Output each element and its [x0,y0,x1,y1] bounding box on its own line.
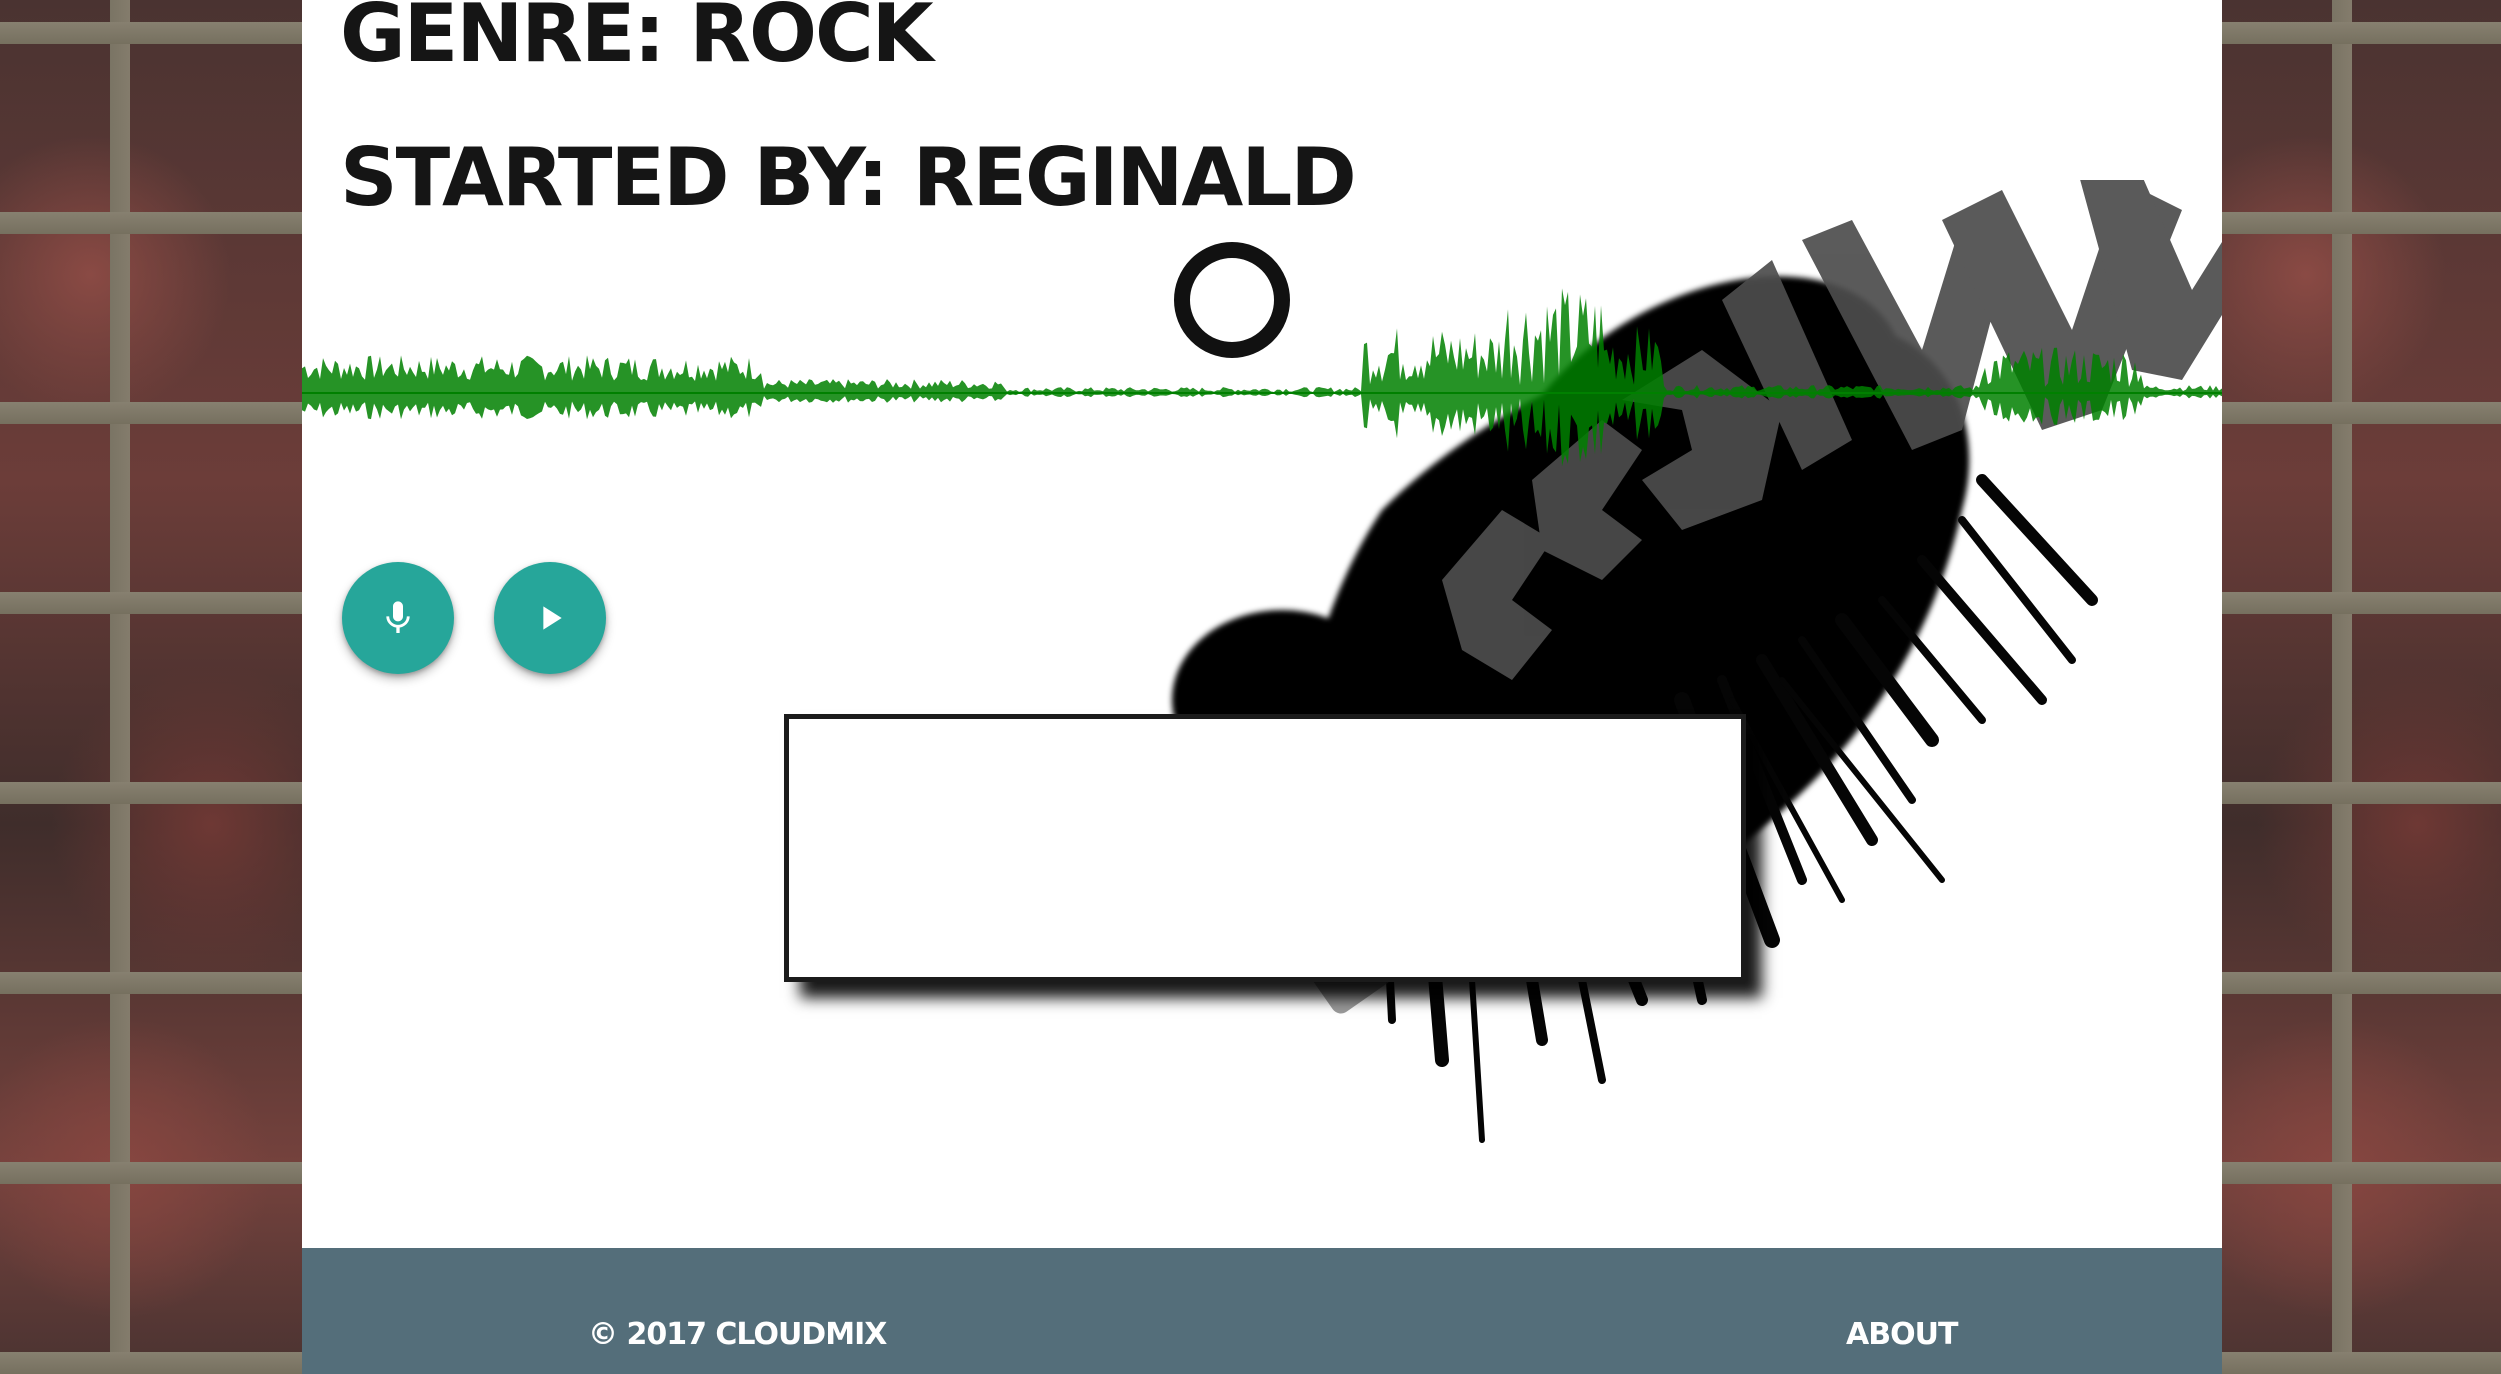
play-button[interactable] [494,562,606,674]
play-icon [543,606,562,630]
audio-waveform [302,288,2222,467]
copyright-text: © 2017 CLOUDMIX [588,1317,887,1352]
mic-icon [386,601,410,633]
brick-wall-right-background [2222,0,2501,1374]
brick-wall-left-background [0,0,302,1374]
about-link[interactable]: About [1846,1320,1958,1350]
page-footer: © 2017 CLOUDMIX About [302,1248,2222,1374]
lyrics-text-box[interactable] [784,714,1746,982]
record-button[interactable] [342,562,454,674]
main-content-panel: Genre: Rock Started By: Reginald [302,0,2222,1248]
genre-heading: Genre: Rock [340,0,934,80]
